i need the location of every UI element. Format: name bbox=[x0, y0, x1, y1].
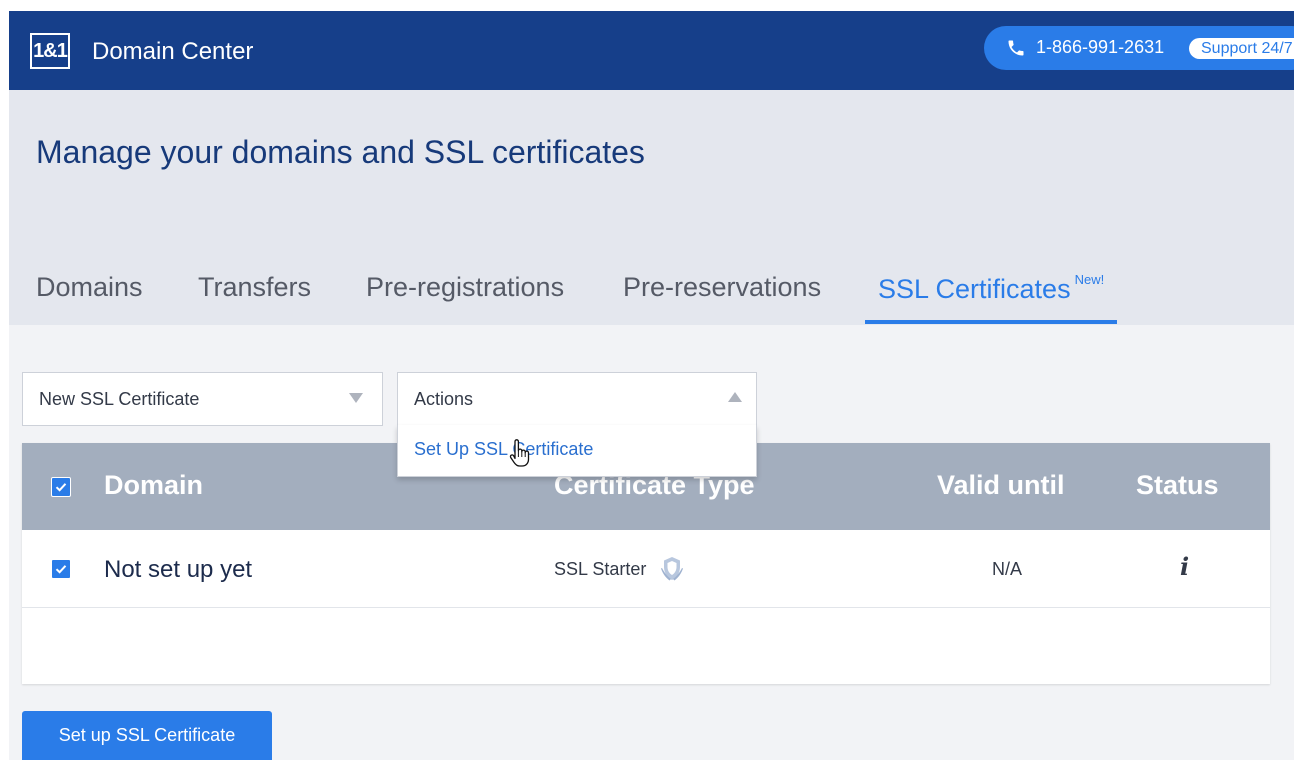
active-tab-indicator bbox=[865, 320, 1117, 324]
shield-icon bbox=[661, 557, 683, 581]
check-icon bbox=[55, 565, 67, 574]
actions-menu: Set Up SSL Certificate bbox=[397, 425, 757, 477]
phone-number[interactable]: 1-866-991-2631 bbox=[1036, 37, 1164, 58]
product-select-value: New SSL Certificate bbox=[39, 389, 200, 409]
check-icon bbox=[55, 483, 67, 492]
chevron-up-icon bbox=[728, 392, 742, 402]
column-header-valid-until[interactable]: Valid until bbox=[937, 470, 1065, 501]
select-all-checkbox[interactable] bbox=[51, 477, 71, 497]
column-header-domain[interactable]: Domain bbox=[104, 470, 203, 501]
menu-item-set-up-ssl-certificate[interactable]: Set Up SSL Certificate bbox=[414, 439, 593, 460]
tab-pre-reservations[interactable]: Pre-reservations bbox=[623, 272, 821, 303]
hand-pointer-icon bbox=[509, 439, 530, 467]
app-title: Domain Center bbox=[92, 38, 254, 65]
tab-ssl-certificates[interactable]: SSL Certificates New! bbox=[878, 272, 1104, 305]
page-title: Manage your domains and SSL certificates bbox=[36, 134, 645, 170]
row-checkbox[interactable] bbox=[51, 559, 71, 579]
table-row[interactable]: Not set up yet SSL Starter N/A i bbox=[22, 530, 1270, 608]
contact-pill[interactable]: 1-866-991-2631 Support 24/7 bbox=[984, 26, 1294, 70]
tab-domains[interactable]: Domains bbox=[36, 272, 143, 303]
chevron-down-icon bbox=[349, 393, 363, 403]
new-badge: New! bbox=[1074, 272, 1105, 287]
actions-select-value: Actions bbox=[414, 389, 474, 409]
actions-select[interactable]: Actions bbox=[397, 372, 757, 426]
tab-ssl-certificates-label: SSL Certificates bbox=[878, 274, 1071, 304]
certificates-table: Domain Certificate Type Valid until Stat… bbox=[22, 443, 1270, 684]
phone-icon bbox=[1008, 40, 1024, 56]
logo[interactable]: 1&1 bbox=[30, 33, 70, 69]
info-icon[interactable]: i bbox=[1180, 552, 1189, 581]
top-header: 1&1 Domain Center 1-866-991-2631 Support… bbox=[9, 11, 1294, 90]
column-header-status[interactable]: Status bbox=[1136, 470, 1219, 501]
set-up-ssl-certificate-button[interactable]: Set up SSL Certificate bbox=[22, 711, 272, 760]
support-badge[interactable]: Support 24/7 bbox=[1189, 38, 1294, 59]
row-domain[interactable]: Not set up yet bbox=[104, 556, 252, 584]
row-certificate-type: SSL Starter bbox=[554, 559, 647, 579]
row-valid-until: N/A bbox=[992, 559, 1023, 579]
product-select[interactable]: New SSL Certificate bbox=[22, 372, 383, 426]
page-header: Manage your domains and SSL certificates… bbox=[9, 90, 1294, 325]
tab-pre-registrations[interactable]: Pre-registrations bbox=[366, 272, 564, 303]
tab-transfers[interactable]: Transfers bbox=[198, 272, 311, 303]
